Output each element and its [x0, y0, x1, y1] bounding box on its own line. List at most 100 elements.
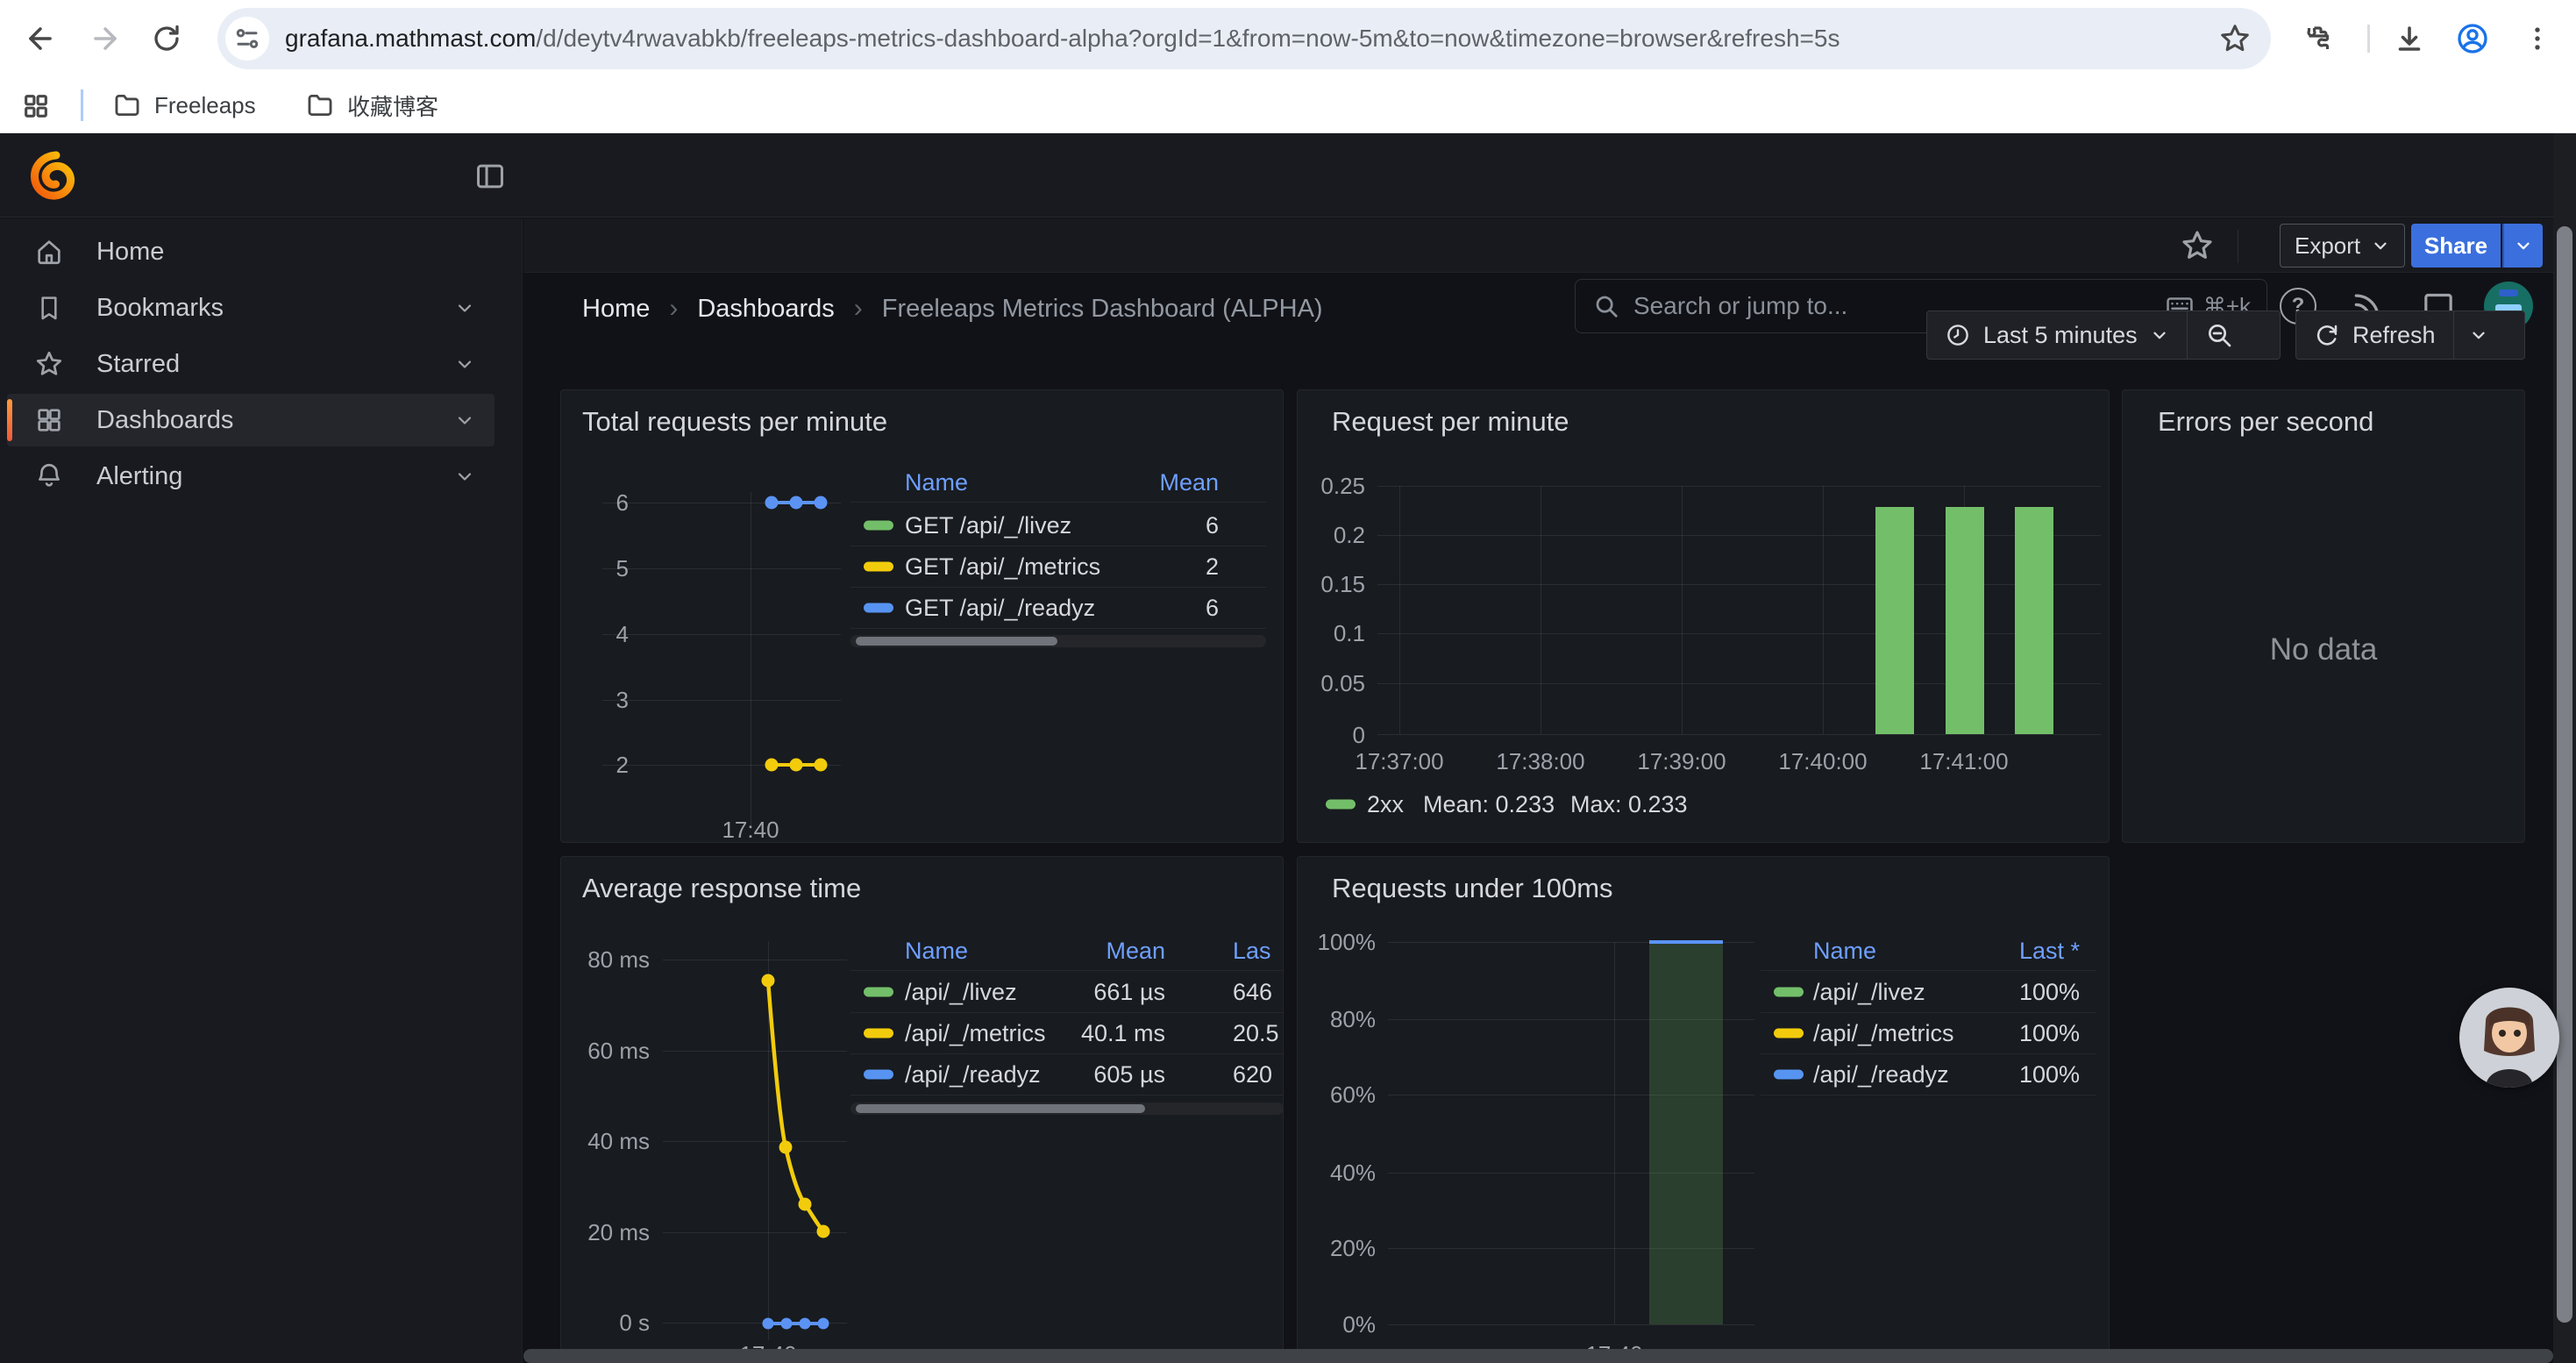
- sidebar-item-bookmarks[interactable]: Bookmarks: [7, 282, 495, 334]
- time-range-picker[interactable]: Last 5 minutes: [1927, 311, 2187, 359]
- x-tick: 17:40:00: [1778, 748, 1867, 775]
- sidebar-item-label: Bookmarks: [96, 294, 454, 323]
- series-color-pill: [1774, 1070, 1804, 1080]
- legend-last-value: 100%: [1904, 1020, 2080, 1046]
- bookmark-folder-blogs[interactable]: 收藏博客: [296, 84, 447, 126]
- screen: grafana.mathmast.com/d/deytv4rwavabkb/fr…: [0, 0, 2576, 1363]
- no-data-message: No data: [2123, 632, 2524, 667]
- chevron-down-icon[interactable]: [454, 410, 475, 431]
- address-bar[interactable]: grafana.mathmast.com/d/deytv4rwavabkb/fr…: [217, 8, 2271, 69]
- bar-top-cap: [1649, 940, 1723, 944]
- search-icon: [1593, 293, 1619, 319]
- bookmark-label: Freeleaps: [154, 92, 256, 119]
- apps-grid-icon[interactable]: [21, 91, 51, 121]
- extensions-puzzle-icon[interactable]: [2299, 19, 2338, 58]
- legend-mean-value: 605 µs: [902, 1061, 1165, 1088]
- series-color-pill: [864, 1029, 893, 1038]
- breadcrumb-separator: ›: [854, 294, 863, 324]
- legend-scrollbar[interactable]: [850, 635, 1266, 647]
- bar-2xx: [1946, 507, 1984, 734]
- url-path: /d/deytv4rwavabkb/freeleaps-metrics-dash…: [536, 25, 1839, 52]
- refresh-button[interactable]: Refresh: [2296, 311, 2453, 359]
- menu-kebab-icon[interactable]: [2518, 19, 2557, 58]
- bell-icon: [33, 461, 65, 491]
- profile-icon[interactable]: [2453, 19, 2492, 58]
- breadcrumb-dashboards[interactable]: Dashboards: [697, 295, 834, 324]
- vertical-scrollbar-thumb[interactable]: [2557, 226, 2572, 1323]
- share-dropdown-button[interactable]: [2502, 224, 2543, 268]
- bookmark-folder-freeleaps[interactable]: Freeleaps: [103, 84, 265, 126]
- zoom-out-icon: [2205, 321, 2233, 349]
- refresh-icon: [2314, 322, 2340, 348]
- sidebar-item-label: Alerting: [96, 462, 454, 491]
- url-domain: grafana.mathmast.com: [285, 25, 536, 52]
- legend-header-last[interactable]: Las: [1233, 938, 1271, 964]
- legend-header-last[interactable]: Last *: [1904, 938, 2080, 964]
- grafana-top-nav: Grafana Home › Dashboards › Freeleaps Me…: [0, 133, 2576, 218]
- y-tick: 20%: [1303, 1234, 1376, 1262]
- download-icon[interactable]: [2390, 19, 2429, 58]
- panel-request-per-minute: Request per minute 0.25 0.2 0.15 0.1 0.0…: [1297, 389, 2110, 843]
- series-color-pill: [1774, 1029, 1804, 1038]
- panel-title[interactable]: Requests under 100ms: [1332, 873, 1613, 904]
- legend-value: 6: [956, 512, 1219, 539]
- sidebar-item-home[interactable]: Home: [7, 225, 495, 278]
- site-settings-icon[interactable]: [225, 17, 269, 61]
- sidebar-item-dashboards[interactable]: Dashboards: [7, 394, 495, 446]
- refresh-controls: Refresh: [2295, 310, 2525, 360]
- panel-title[interactable]: Request per minute: [1332, 406, 1569, 438]
- y-tick: 80%: [1303, 1005, 1376, 1033]
- refresh-label: Refresh: [2352, 322, 2436, 349]
- dock-menu-icon[interactable]: [473, 160, 507, 193]
- legend-header-name[interactable]: Name: [1813, 938, 1876, 964]
- legend-scrollbar[interactable]: [850, 1103, 1284, 1115]
- sidebar-item-starred[interactable]: Starred: [7, 338, 495, 390]
- y-tick: 0.25: [1304, 472, 1365, 500]
- legend-header-mean[interactable]: Mean: [902, 938, 1165, 964]
- chevron-down-icon[interactable]: [454, 297, 475, 318]
- x-tick: 17:40: [722, 817, 779, 844]
- chevron-down-icon[interactable]: [454, 353, 475, 375]
- back-arrow-icon[interactable]: [21, 19, 60, 58]
- export-button[interactable]: Export: [2280, 224, 2405, 268]
- apps-grid-icon: [33, 405, 65, 435]
- floating-assistant-avatar[interactable]: [2459, 988, 2559, 1088]
- grafana-logo-icon[interactable]: [30, 151, 79, 200]
- legend-header-mean[interactable]: Mean: [956, 469, 1219, 496]
- panel-total-requests-per-minute: Total requests per minute 6 5 4 3 2 17:4…: [560, 389, 1284, 843]
- bar-2xx: [1875, 507, 1914, 734]
- reload-icon[interactable]: [147, 19, 186, 58]
- bookmark-label: 收藏博客: [347, 89, 438, 122]
- horizontal-scrollbar[interactable]: [523, 1349, 2553, 1363]
- series-color-pill: [864, 988, 893, 997]
- legend-last-value: 100%: [1904, 1061, 2080, 1088]
- legend-series-name[interactable]: 2xx: [1367, 791, 1404, 817]
- panel-title[interactable]: Errors per second: [2158, 406, 2373, 438]
- share-button[interactable]: Share: [2411, 224, 2501, 268]
- y-tick: 0.1: [1304, 619, 1365, 647]
- chevron-down-icon[interactable]: [454, 466, 475, 487]
- browser-toolbar: grafana.mathmast.com/d/deytv4rwavabkb/fr…: [0, 0, 2576, 77]
- bookmark-star-icon[interactable]: [2218, 22, 2252, 55]
- breadcrumb-separator: ›: [669, 294, 678, 324]
- legend-value: 6: [956, 595, 1219, 621]
- legend-max: Max: 0.233: [1570, 791, 1688, 817]
- refresh-interval-dropdown[interactable]: [2454, 311, 2503, 359]
- bar-under-100ms: [1649, 942, 1723, 1324]
- star-icon: [33, 349, 65, 379]
- y-tick: 0.2: [1304, 521, 1365, 549]
- breadcrumb-home[interactable]: Home: [582, 295, 650, 324]
- clock-icon: [1945, 322, 1971, 348]
- y-tick: 0: [1304, 721, 1365, 749]
- favorite-star-icon[interactable]: [2180, 228, 2215, 263]
- panel-title[interactable]: Total requests per minute: [582, 406, 887, 438]
- legend-mean-value: 661 µs: [902, 979, 1165, 1005]
- forward-arrow-icon[interactable]: [86, 19, 125, 58]
- sidebar-item-alerting[interactable]: Alerting: [7, 450, 495, 503]
- series-color-pill: [1326, 800, 1356, 810]
- zoom-out-button[interactable]: [2188, 311, 2251, 359]
- breadcrumb: Home › Dashboards › Freeleaps Metrics Da…: [582, 267, 1323, 351]
- url-text: grafana.mathmast.com/d/deytv4rwavabkb/fr…: [285, 25, 2218, 53]
- x-tick: 17:41:00: [1919, 748, 2008, 775]
- y-tick: 0.05: [1304, 669, 1365, 697]
